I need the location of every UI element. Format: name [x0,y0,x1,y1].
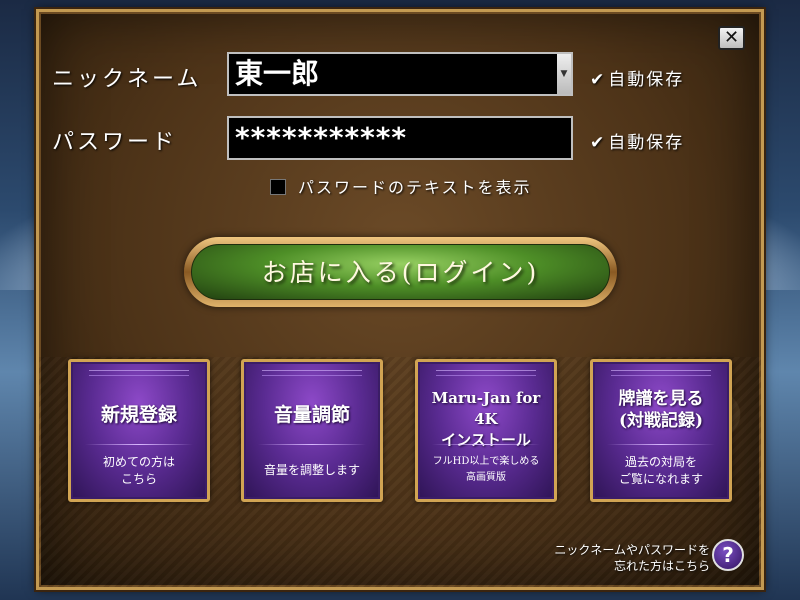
unchecked-box-icon [270,179,286,195]
password-value: *********** [235,121,408,154]
close-button[interactable]: ✕ [718,26,745,50]
nickname-value: 東一郎 [235,57,320,90]
tile-title: Maru-Jan for 4K インストール [431,389,541,449]
tile-subtitle: 初めての方は こちら [102,455,175,486]
chevron-down-icon[interactable]: ▼ [557,54,571,94]
tile-title: 新規登録 [100,404,177,426]
tile-title: 音量調節 [273,404,350,426]
checkmark-icon: ✔ [590,133,607,153]
divider [258,444,366,445]
tile-subtitle: フルHD以上で楽しめる 高画質版 [432,456,540,483]
ornament [611,370,711,376]
nickname-field[interactable]: 東一郎 ▼ [227,52,573,96]
divider [607,444,715,445]
replay-tile[interactable]: 牌譜を見る (対戦記録) 過去の対局を ご覧になれます [590,359,732,502]
install-4k-tile[interactable]: Maru-Jan for 4K インストール フルHD以上で楽しめる 高画質版 [415,359,557,502]
ornament [436,370,536,376]
login-button[interactable]: お店に入る(ログイン) [191,244,610,300]
checkmark-icon: ✔ [590,70,607,90]
divider [85,444,193,445]
forgot-credentials-link[interactable]: ニックネームやパスワードを 忘れた方はこちら [554,542,710,574]
ornament [262,370,362,376]
divider [432,444,540,445]
close-icon: ✕ [723,27,740,48]
question-icon[interactable]: ? [712,539,744,571]
login-button-frame: お店に入る(ログイン) [184,237,617,307]
password-field[interactable]: *********** [227,116,573,160]
nickname-autosave-checkbox[interactable]: ✔ 自動保存 [590,65,684,90]
show-password-checkbox[interactable]: パスワードのテキストを表示 [270,174,532,198]
tile-subtitle: 音量を調整します [263,463,360,477]
tile-subtitle: 過去の対局を ご覧になれます [618,455,703,486]
password-autosave-checkbox[interactable]: ✔ 自動保存 [590,128,684,153]
ornament [89,370,189,376]
register-tile[interactable]: 新規登録 初めての方は こちら [68,359,210,502]
tile-title: 牌譜を見る (対戦記録) [618,389,704,431]
volume-tile[interactable]: 音量調節 音量を調整します [241,359,383,502]
password-label: パスワード [52,130,178,155]
nickname-label: ニックネーム [52,67,202,92]
